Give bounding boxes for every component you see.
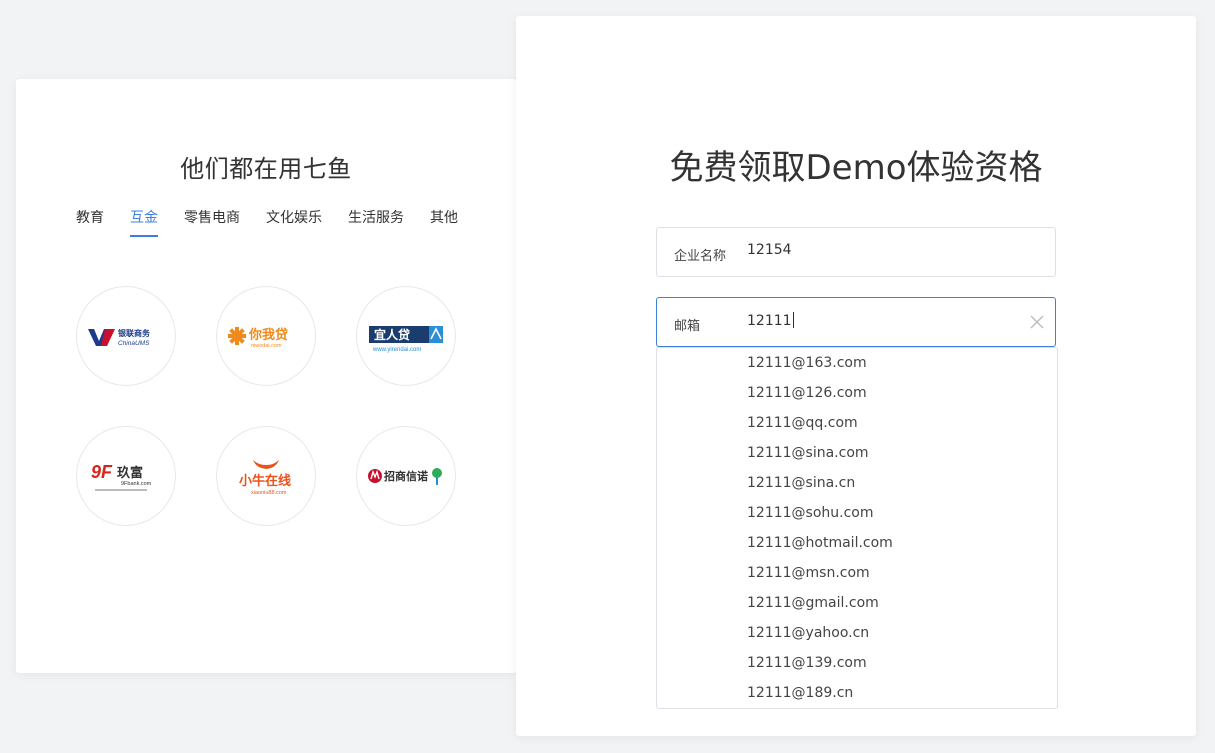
xiaoniu-name: 小牛在线 <box>239 473 291 488</box>
email-suggestion-item[interactable]: 12111@gmail.com <box>747 595 879 611</box>
niwodai-name: 你我贷 <box>248 327 288 342</box>
industry-tabs: 教育 互金 零售电商 文化娱乐 生活服务 其他 <box>76 207 484 237</box>
svg-text:9F: 9F <box>91 462 113 482</box>
customers-title: 他们都在用七鱼 <box>180 155 352 183</box>
tab-fintech[interactable]: 互金 <box>130 207 158 237</box>
chinaums-logo-icon: 银联商务 ChinaUMS <box>88 328 151 347</box>
email-suggestion-item[interactable]: 12111@126.com <box>747 385 867 401</box>
email-suggestion-item[interactable]: 12111@yahoo.cn <box>747 625 869 641</box>
email-suggestion-item[interactable]: 12111@sohu.com <box>747 505 874 521</box>
logo-yirendai: 宜人贷 www.yirendai.com <box>356 286 456 386</box>
yirendai-name: 宜人贷 <box>374 327 410 342</box>
xiaoniu-logo-icon: 小牛在线 xiaoniu88.com <box>239 460 291 496</box>
yirendai-logo-icon: 宜人贷 www.yirendai.com <box>369 326 443 353</box>
chinaums-sub: ChinaUMS <box>118 340 150 347</box>
tab-education[interactable]: 教育 <box>76 207 104 237</box>
9fbank-sub: 9Fbank.com <box>121 481 152 487</box>
email-suggestion-item[interactable]: 12111@139.com <box>747 655 867 671</box>
tab-entertainment[interactable]: 文化娱乐 <box>266 207 322 237</box>
logo-niwodai: 你我贷 niwodai.com <box>216 286 316 386</box>
email-input[interactable]: 12111 <box>747 312 794 329</box>
demo-form-panel: 免费领取Demo体验资格 企业名称 12154 邮箱 12111 12111@1… <box>516 16 1196 736</box>
tab-life-services[interactable]: 生活服务 <box>348 207 404 237</box>
9fbank-logo-icon: 9F 玖富 9Fbank.com <box>91 462 152 491</box>
yirendai-sub: www.yirendai.com <box>372 347 421 353</box>
text-caret <box>792 312 794 328</box>
9fbank-name: 玖富 <box>117 465 143 480</box>
company-name-input[interactable]: 12154 <box>747 242 792 258</box>
email-suggestion-item[interactable]: 12111@hotmail.com <box>747 535 893 551</box>
customers-panel: 他们都在用七鱼 教育 互金 零售电商 文化娱乐 生活服务 其他 银联商务 Chi… <box>16 79 516 673</box>
logo-cmb-cigna: 招商信诺 <box>356 426 456 526</box>
niwodai-sub: niwodai.com <box>251 343 282 349</box>
tab-retail[interactable]: 零售电商 <box>184 207 240 237</box>
xiaoniu-sub: xiaoniu88.com <box>251 490 287 496</box>
cmb-cigna-logo-icon: 招商信诺 <box>368 468 442 485</box>
form-title: 免费领取Demo体验资格 <box>669 148 1043 188</box>
chinaums-name: 银联商务 <box>117 328 151 338</box>
email-suggestion-item[interactable]: 12111@qq.com <box>747 415 858 431</box>
email-suggestion-item[interactable]: 12111@sina.cn <box>747 475 855 491</box>
email-suggestion-item[interactable]: 12111@msn.com <box>747 565 870 581</box>
company-name-field[interactable]: 企业名称 12154 <box>656 227 1056 277</box>
clear-icon[interactable] <box>1029 314 1045 330</box>
email-suggestion-item[interactable]: 12111@163.com <box>747 355 867 371</box>
email-suggestions: 12111@163.com 12111@126.com 12111@qq.com… <box>656 347 1058 709</box>
cmb-cigna-name: 招商信诺 <box>384 469 428 483</box>
email-field[interactable]: 邮箱 12111 <box>656 297 1056 347</box>
email-suggestion-item[interactable]: 12111@189.cn <box>747 685 853 701</box>
email-label: 邮箱 <box>674 319 701 334</box>
niwodai-logo-icon: 你我贷 niwodai.com <box>228 327 288 349</box>
logo-chinaums: 银联商务 ChinaUMS <box>76 286 176 386</box>
email-suggestion-item[interactable]: 12111@sina.com <box>747 445 869 461</box>
logo-xiaoniu: 小牛在线 xiaoniu88.com <box>216 426 316 526</box>
tab-other[interactable]: 其他 <box>430 207 458 237</box>
email-input-text: 12111 <box>747 313 792 329</box>
company-name-label: 企业名称 <box>674 249 727 264</box>
logo-9fbank: 9F 玖富 9Fbank.com <box>76 426 176 526</box>
